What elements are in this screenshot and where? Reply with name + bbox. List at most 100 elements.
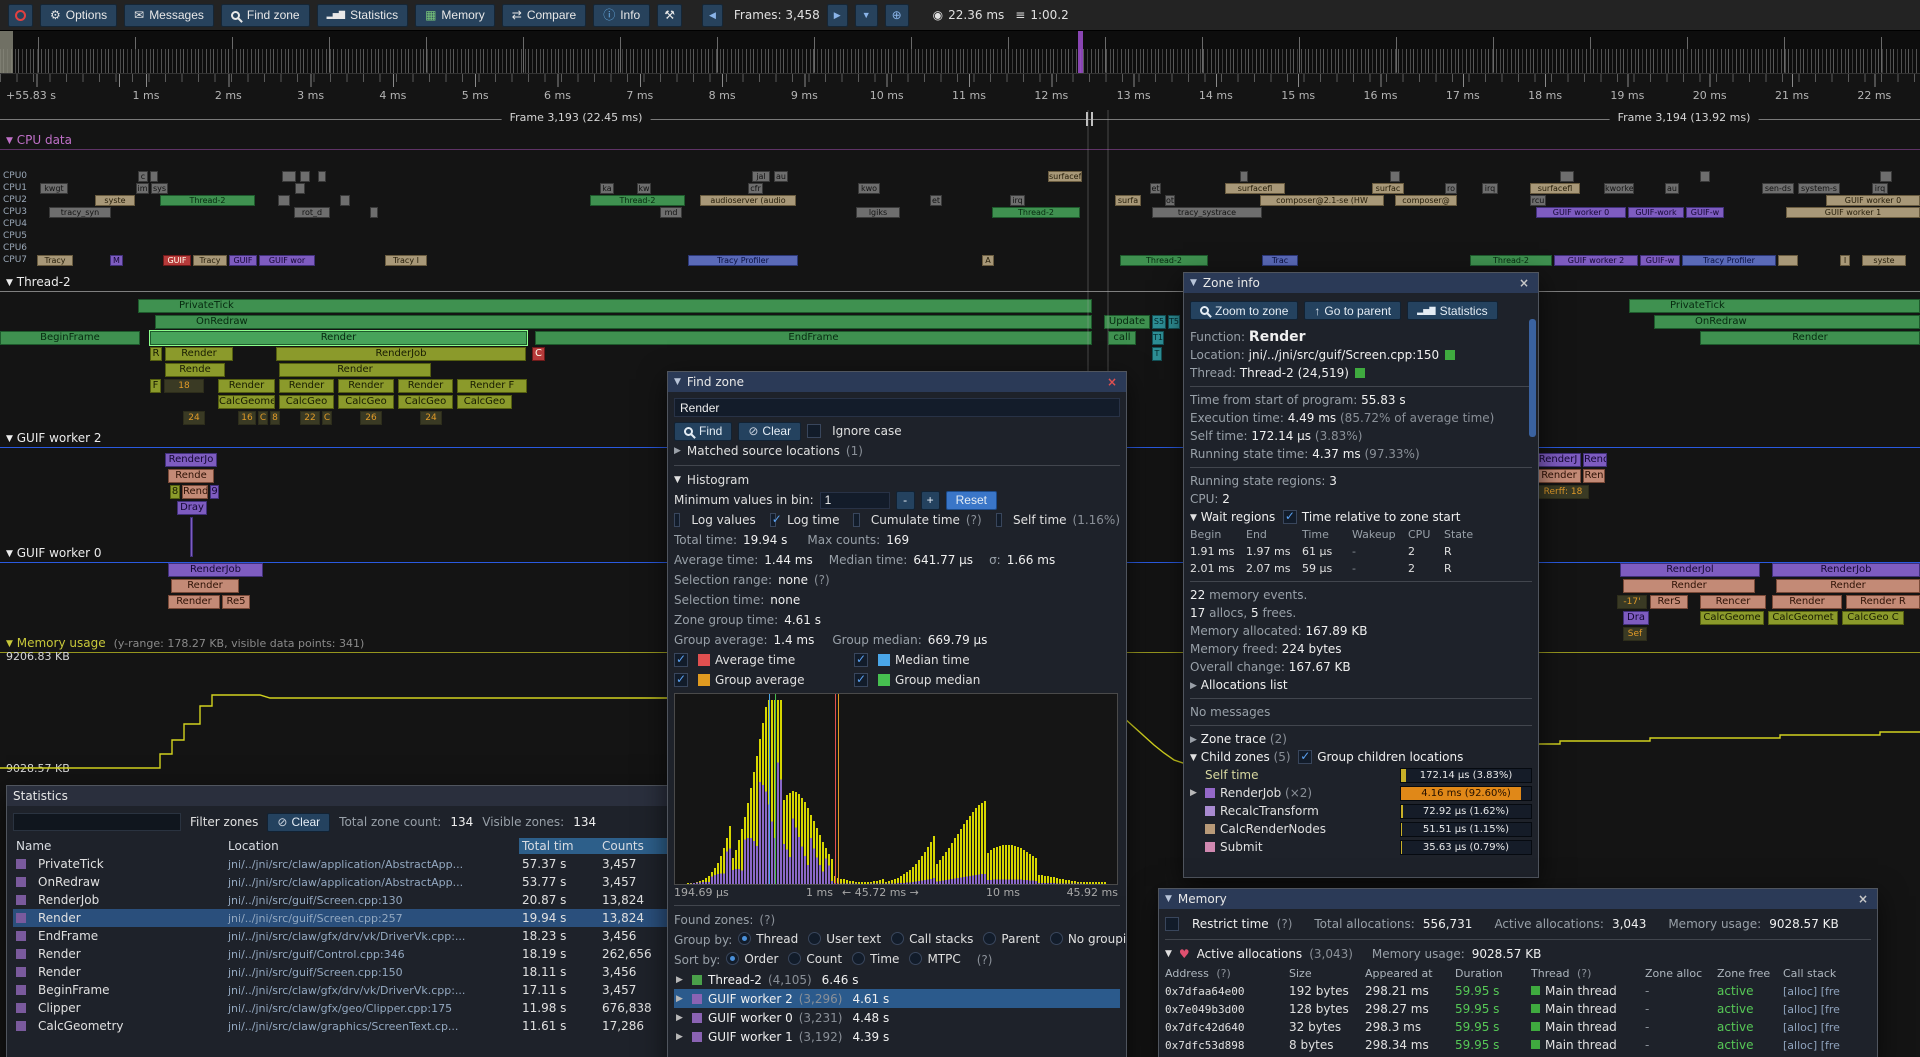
self-time-checkbox[interactable] bbox=[996, 513, 1002, 527]
timeline-zone[interactable]: 22 bbox=[300, 411, 320, 425]
collapse-icon[interactable]: ▼ bbox=[6, 434, 13, 444]
timeline-zone[interactable]: Render bbox=[165, 347, 233, 361]
collapse-icon[interactable]: ▼ bbox=[6, 639, 13, 649]
go-to-parent-button[interactable]: ↑Go to parent bbox=[1304, 301, 1401, 320]
cpu-zone[interactable]: ot bbox=[1165, 195, 1175, 206]
timeline-zone[interactable]: CalcGeomet bbox=[1768, 611, 1838, 625]
cpu-zone[interactable]: Trac bbox=[1262, 255, 1298, 266]
expand-icon[interactable]: ▶ bbox=[676, 975, 686, 985]
timeline-zone[interactable]: Render bbox=[171, 579, 239, 593]
cpu-zone[interactable] bbox=[1560, 171, 1574, 182]
timeline-zone[interactable]: Render bbox=[338, 379, 394, 393]
timeline-zone[interactable]: Render bbox=[1623, 579, 1755, 593]
cpu-zone[interactable]: GUIF-w bbox=[1640, 255, 1680, 266]
timeline-zone[interactable]: T5 bbox=[1168, 315, 1180, 329]
timeline-zone[interactable]: Update bbox=[1104, 315, 1150, 329]
cpu-zone[interactable]: Tracy Profiler bbox=[688, 255, 798, 266]
child-zone-row[interactable]: CalcRenderNodes 51.51 μs (1.15%) bbox=[1190, 820, 1532, 838]
legend-item[interactable]: Average time bbox=[674, 650, 854, 670]
statistics-button[interactable]: ▂▅▇Statistics bbox=[317, 4, 408, 27]
cpu-zone[interactable]: composer@2.1-se (HW bbox=[1260, 195, 1384, 206]
options-button[interactable]: ⚙Options bbox=[40, 4, 117, 27]
expand-icon[interactable]: ▶ bbox=[676, 994, 686, 1004]
find-zone-histogram[interactable] bbox=[674, 693, 1118, 885]
min-bin-increase-button[interactable]: + bbox=[921, 491, 940, 510]
timeline-zone[interactable]: Render bbox=[218, 379, 275, 393]
cpu-zone[interactable] bbox=[318, 171, 326, 182]
legend-checkbox[interactable] bbox=[854, 673, 868, 687]
cpu-zone[interactable]: GUIF bbox=[229, 255, 257, 266]
find-button[interactable]: Find bbox=[674, 422, 732, 441]
cpu-zone[interactable]: surfacefl bbox=[1530, 183, 1580, 194]
cpu-zone[interactable]: Thread-2 bbox=[1120, 255, 1208, 266]
group-by-option[interactable]: Parent bbox=[983, 932, 1039, 946]
timeline-zone[interactable]: call bbox=[1108, 331, 1136, 345]
timeline-zone[interactable]: Render bbox=[1776, 579, 1920, 593]
collapse-icon[interactable]: ▼ bbox=[674, 475, 681, 485]
sort-by-option[interactable]: Time bbox=[852, 952, 899, 966]
next-frame-button[interactable]: ▶ bbox=[827, 4, 848, 27]
legend-checkbox[interactable] bbox=[854, 653, 868, 667]
timeline-zone[interactable]: CalcGeo bbox=[457, 395, 512, 409]
cpu-zone[interactable]: kwo bbox=[858, 183, 880, 194]
found-zone-group-row[interactable]: ▶ GUIF worker 2 (3,296) 4.61 s bbox=[674, 989, 1120, 1008]
allocation-thread[interactable]: Main thread bbox=[1531, 984, 1645, 998]
statistics-row[interactable]: EndFrame jni/../jni/src/claw/gfx/drv/vk/… bbox=[13, 927, 743, 945]
cpu-zone[interactable]: irq bbox=[1010, 195, 1025, 206]
timeline-zone[interactable]: Rende bbox=[168, 469, 214, 483]
timeline-zone[interactable]: Render bbox=[398, 379, 453, 393]
timeline-zone[interactable]: RenderJob bbox=[168, 563, 263, 577]
legend-item[interactable]: Group average bbox=[674, 670, 854, 690]
cpu-zone[interactable]: Tracy bbox=[37, 255, 73, 266]
radio-icon[interactable] bbox=[909, 952, 922, 965]
cpu-zone[interactable]: syste bbox=[95, 195, 135, 206]
compare-button[interactable]: ⇄Compare bbox=[502, 4, 586, 27]
cpu-zone[interactable]: md bbox=[660, 207, 682, 218]
timeline-zone[interactable]: Rencer bbox=[1700, 595, 1766, 609]
statistics-row[interactable]: CalcGeometry jni/../jni/src/claw/graphic… bbox=[13, 1017, 743, 1035]
cpu-zone[interactable]: surfacefl bbox=[1225, 183, 1285, 194]
timeline-zone[interactable]: Render bbox=[1537, 469, 1581, 483]
child-zone-row[interactable]: Self time 172.14 μs (3.83%) bbox=[1190, 766, 1532, 784]
prev-frame-button[interactable]: ◀ bbox=[702, 4, 723, 27]
child-zones-header[interactable]: ▼ Child zones (5) Group children locatio… bbox=[1190, 748, 1532, 766]
cpu-zone[interactable] bbox=[282, 171, 296, 182]
cpu-zone[interactable] bbox=[300, 171, 310, 182]
statistics-row[interactable]: RenderJob jni/../jni/src/guif/Screen.cpp… bbox=[13, 891, 743, 909]
group-children-checkbox[interactable] bbox=[1298, 750, 1312, 764]
column-counts[interactable]: Counts bbox=[599, 838, 671, 854]
child-zone-row[interactable]: RecalcTransform 72.92 μs (1.62%) bbox=[1190, 802, 1532, 820]
expand-icon[interactable]: ▶ bbox=[1190, 788, 1200, 798]
column-name[interactable]: Name bbox=[13, 839, 225, 853]
timeline-zone[interactable]: 24 bbox=[183, 411, 205, 425]
timeline-zone[interactable]: T bbox=[1152, 347, 1162, 361]
timeline-zone[interactable]: RerS bbox=[1650, 595, 1688, 609]
cpu-zone[interactable]: kworke bbox=[1604, 183, 1634, 194]
cpu-zone[interactable]: cfr bbox=[748, 183, 763, 194]
memory-titlebar[interactable]: ▼ Memory × bbox=[1159, 889, 1877, 909]
column-location[interactable]: Location bbox=[225, 839, 519, 853]
cpu-zone[interactable]: GUIF-work bbox=[1628, 207, 1684, 218]
cpu-zone[interactable]: I bbox=[1840, 255, 1850, 266]
group-by-option[interactable]: Call stacks bbox=[891, 932, 973, 946]
sort-by-option[interactable]: MTPC bbox=[909, 952, 960, 966]
cpu-zone[interactable]: GUIF worker 0 bbox=[1536, 207, 1626, 218]
statistics-row[interactable]: PrivateTick jni/../jni/src/claw/applicat… bbox=[13, 855, 743, 873]
cpu-zone[interactable]: A bbox=[982, 255, 994, 266]
cpu-zone[interactable] bbox=[1240, 171, 1248, 182]
timeline-zone[interactable]: Re5 bbox=[222, 595, 250, 609]
allocation-row[interactable]: 0x7e049b3d00 128 bytes 298.27 ms 59.95 s… bbox=[1165, 1000, 1871, 1018]
timeline-zone[interactable]: Render bbox=[279, 379, 334, 393]
thread-header-thread2[interactable]: ▼ Thread-2 bbox=[0, 275, 1920, 292]
restrict-time-checkbox[interactable] bbox=[1165, 917, 1179, 931]
timeline-zone[interactable]: CalcGeo bbox=[338, 395, 394, 409]
timeline-zone[interactable]: C bbox=[322, 411, 332, 425]
timeline-zone[interactable]: Render bbox=[1772, 595, 1842, 609]
cpu-zone[interactable]: c bbox=[138, 171, 148, 182]
cpu-zone[interactable]: Tracy Profiler bbox=[1682, 255, 1776, 266]
close-icon[interactable]: × bbox=[1855, 892, 1871, 906]
clear-button[interactable]: ⊘Clear bbox=[738, 422, 801, 441]
statistics-row[interactable]: Render jni/../jni/src/guif/Control.cpp:3… bbox=[13, 945, 743, 963]
cpu-zone[interactable]: Thread-2 bbox=[992, 207, 1080, 218]
cpu-zone[interactable] bbox=[150, 171, 158, 182]
